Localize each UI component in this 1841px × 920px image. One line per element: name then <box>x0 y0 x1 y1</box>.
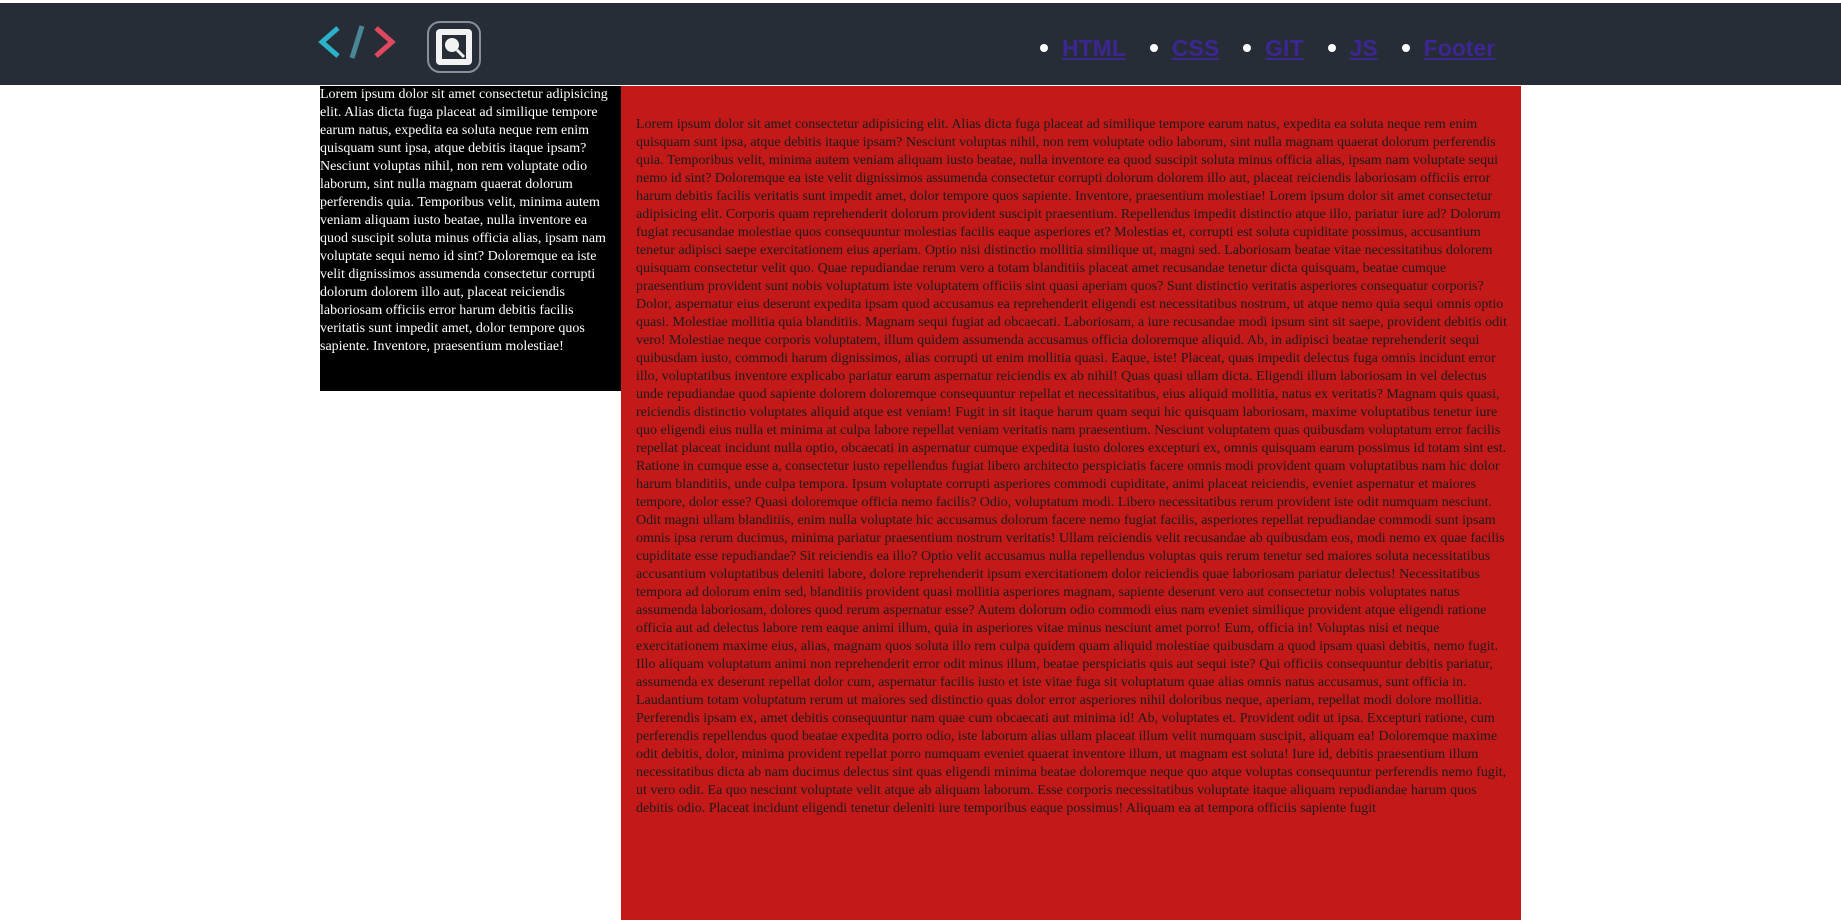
nav-item-js: JS <box>1327 35 1402 62</box>
main-paragraph: Lorem ipsum dolor sit amet consectetur a… <box>636 117 1507 816</box>
nav-item-git: GIT <box>1243 35 1327 62</box>
main-content: Lorem ipsum dolor sit amet consectetur a… <box>621 86 1521 920</box>
code-brackets-icon[interactable] <box>318 22 398 62</box>
search-icon <box>436 29 472 65</box>
nav-link-js[interactable]: JS <box>1350 35 1378 62</box>
bullet-icon <box>1243 44 1252 52</box>
bullet-icon <box>1040 44 1048 52</box>
bullet-icon <box>1327 44 1336 52</box>
search-button[interactable] <box>427 21 481 73</box>
nav-item-footer: Footer <box>1401 35 1520 62</box>
nav-item-css: CSS <box>1149 35 1243 62</box>
nav-menu: HTML CSS GIT JS Footer <box>1040 31 1519 65</box>
nav-item-html: HTML <box>1040 35 1150 62</box>
nav-link-git[interactable]: GIT <box>1265 35 1303 62</box>
bullet-icon <box>1149 44 1158 52</box>
nav-link-footer[interactable]: Footer <box>1424 35 1496 62</box>
top-navbar: HTML CSS GIT JS Footer <box>0 3 1841 85</box>
bullet-icon <box>1401 44 1410 52</box>
nav-link-css[interactable]: CSS <box>1172 35 1219 62</box>
sidebar-text-block: Lorem ipsum dolor sit amet consectetur a… <box>320 86 621 391</box>
nav-link-html[interactable]: HTML <box>1062 35 1126 62</box>
